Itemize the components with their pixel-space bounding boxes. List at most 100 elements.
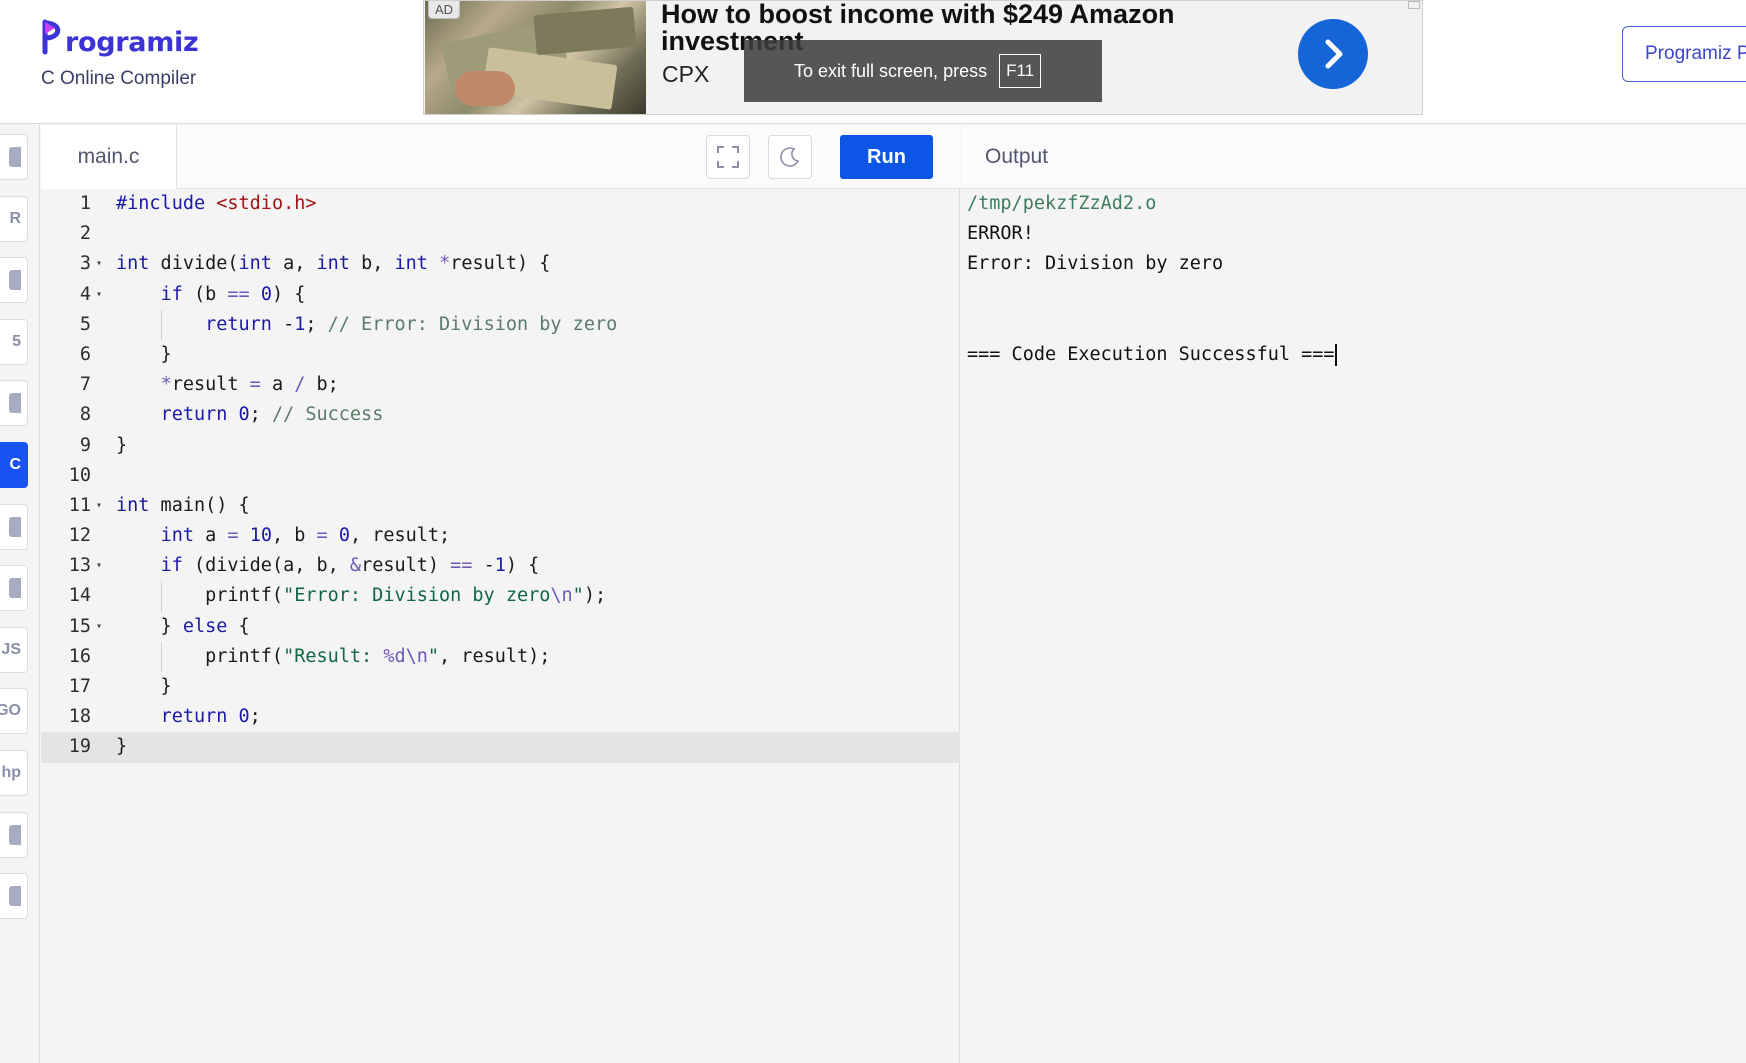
line-number: 11 (68, 494, 91, 516)
sidebar-item-java[interactable] (0, 380, 28, 427)
text-cursor (1334, 343, 1337, 366)
editor-toolbar: main.c Run (41, 125, 960, 189)
code-line[interactable]: 14 printf("Error: Division by zero\n"); (41, 581, 960, 612)
sidebar-item-js[interactable]: JS (0, 626, 28, 673)
ad-brand: CPX (662, 61, 710, 87)
sidebar-item-sql[interactable] (0, 257, 28, 304)
line-number: 8 (79, 404, 91, 426)
code-line[interactable]: 17 } (41, 672, 960, 702)
sidebar-item-html[interactable]: 5 (0, 318, 28, 365)
dark-mode-toggle[interactable] (768, 135, 812, 179)
code-line[interactable]: 1 #include <stdio.h> (41, 189, 960, 219)
swift-icon (9, 824, 21, 845)
code-line[interactable]: 8 return 0; // Success (41, 400, 960, 430)
line-number: 4 (79, 283, 91, 305)
fold-arrow-icon[interactable]: ▾ (96, 551, 102, 581)
fullscreen-button[interactable] (706, 135, 750, 179)
run-button[interactable]: Run (840, 135, 933, 179)
sidebar-item-rust[interactable] (0, 873, 28, 920)
line-number: 3 (79, 253, 91, 275)
r-icon: R (9, 209, 21, 227)
line-number: 7 (79, 374, 91, 396)
line-number: 10 (68, 464, 91, 486)
code-text: int main() { (116, 494, 250, 516)
output-line: Error: Division by zero (967, 253, 1224, 275)
fold-arrow-icon[interactable]: ▾ (96, 612, 102, 642)
line-number: 2 (79, 223, 91, 245)
sidebar-item-go[interactable]: GO (0, 688, 28, 735)
ad-badge: AD (428, 1, 461, 19)
code-text: } (116, 676, 172, 697)
code-line[interactable]: 13 ▾ if (divide(a, b, &result) == -1) { (41, 551, 960, 581)
code-text: int a = 10, b = 0, result; (160, 525, 451, 547)
code-text: } (116, 434, 128, 456)
code-line[interactable]: 12 int a = 10, b = 0, result; (41, 521, 960, 551)
sidebar-item-cpp[interactable] (0, 503, 28, 550)
code-text: if (divide(a, b, &result) == -1) { (160, 555, 540, 577)
python-icon (9, 147, 21, 167)
line-number: 5 (79, 313, 91, 335)
code-line[interactable]: 9} (41, 431, 960, 461)
c-icon: C (9, 456, 21, 473)
code-text: } (116, 343, 172, 365)
line-number: 16 (68, 645, 91, 667)
moon-icon (780, 147, 800, 167)
code-line[interactable]: 19} (41, 732, 960, 763)
output-line: ERROR! (967, 223, 1034, 245)
sidebar-item-python[interactable] (0, 134, 28, 180)
code-line[interactable]: 2 (41, 219, 960, 249)
line-number: 1 (79, 193, 91, 214)
code-line[interactable]: 15 ▾ } else { (41, 612, 960, 642)
code-text: int divide(int a, int b, int *result) { (116, 253, 551, 275)
code-line[interactable]: 11 ▾ int main() { (41, 491, 960, 521)
sidebar-item-csharp[interactable] (0, 565, 28, 612)
code-line[interactable]: 16 printf("Result: %d\n", result); (41, 641, 960, 672)
page-subtitle: C Online Compiler (41, 68, 197, 89)
output-header: Output (961, 125, 1746, 189)
language-sidebar: R 5 C JS GO hp (0, 125, 40, 1063)
sidebar-item-php[interactable]: hp (0, 750, 28, 796)
ad-info-icon[interactable] (1408, 1, 1420, 9)
code-line[interactable]: 5 return -1; // Error: Division by zero (41, 309, 960, 340)
programiz-pro-button[interactable]: Programiz PRO (1622, 26, 1746, 82)
code-line[interactable]: 4 ▾ if (b == 0) { (41, 280, 960, 310)
csharp-icon (9, 578, 21, 599)
cpp-icon (9, 516, 21, 537)
ad-arrow-button[interactable] (1298, 19, 1368, 89)
code-text: } (116, 736, 128, 758)
sidebar-item-swift[interactable] (0, 811, 28, 858)
code-area[interactable]: 1 #include <stdio.h> 2 3 ▾ int divide(int a, … (41, 189, 960, 763)
code-line[interactable]: 6 } (41, 340, 960, 370)
chevron-right-icon (1325, 39, 1343, 69)
code-line[interactable]: 18 return 0; (41, 702, 960, 732)
code-text: printf("Error: Division by zero\n"); (116, 585, 607, 607)
code-text: printf("Result: %d\n", result); (116, 645, 551, 667)
code-line[interactable]: 10 (41, 461, 960, 491)
code-text: } else { (116, 615, 250, 637)
code-line[interactable]: 7 *result = a / b; (41, 370, 960, 400)
line-number: 14 (68, 585, 91, 607)
sql-icon (9, 270, 21, 291)
sidebar-item-c[interactable]: C (0, 442, 28, 488)
fold-arrow-icon[interactable]: ▾ (96, 249, 102, 279)
line-number: 12 (68, 525, 91, 547)
output-console[interactable]: /tmp/pekzfZzAd2.o ERROR! Error: Division b… (967, 189, 1337, 370)
code-text: *result = a / b; (160, 374, 339, 396)
sidebar-item-r[interactable]: R (0, 195, 28, 242)
html-icon: 5 (12, 332, 21, 350)
php-icon: hp (1, 764, 21, 781)
expand-icon (717, 146, 739, 168)
line-number: 17 (68, 676, 91, 697)
fold-arrow-icon[interactable]: ▾ (96, 491, 102, 521)
programiz-logo[interactable]: rogramiz (42, 18, 199, 56)
fold-arrow-icon[interactable]: ▾ (96, 280, 102, 310)
code-text: return 0; // Success (160, 404, 384, 426)
file-tab-main[interactable]: main.c (41, 125, 177, 189)
output-label: Output (985, 144, 1049, 168)
fullscreen-notice: To exit full screen, press F11 (744, 40, 1102, 102)
code-text: return 0; (160, 706, 261, 728)
output-line: /tmp/pekzfZzAd2.o (967, 193, 1157, 214)
code-line[interactable]: 3 ▾ int divide(int a, int b, int *result) … (41, 249, 960, 279)
code-text: return -1; // Error: Division by zero (205, 313, 618, 335)
